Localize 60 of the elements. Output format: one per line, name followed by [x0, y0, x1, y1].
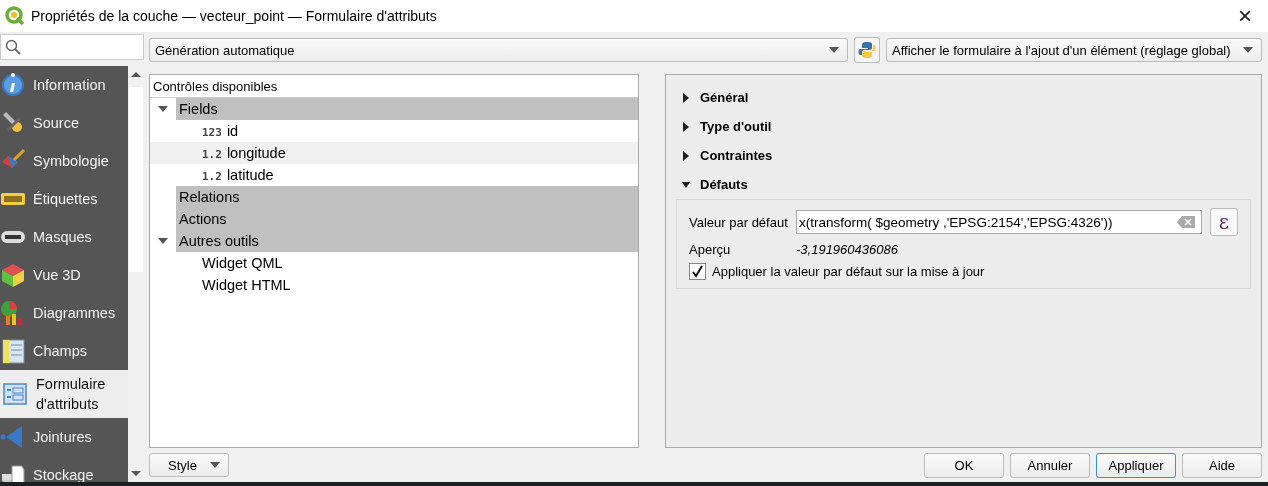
field-name: id: [226, 123, 239, 139]
form-behaviour-dropdown[interactable]: Afficher le formulaire à l'ajout d'un élément (réglage global): [886, 38, 1262, 62]
sidebar-icon: [0, 262, 26, 288]
app-logo-icon: [5, 6, 25, 26]
tree-group[interactable]: Fields: [176, 98, 638, 120]
field-type-label: 1.2: [202, 148, 222, 161]
window-title: Propriétés de la couche — vecteur_point — Formulaire d'attributs: [31, 8, 438, 24]
python-icon: [857, 40, 877, 60]
sidebar-icon: [0, 72, 26, 98]
field-label: Valeur par défaut: [689, 214, 789, 230]
tree-item[interactable]: Widget HTML: [176, 277, 291, 293]
sidebar-item[interactable]: Source: [0, 104, 128, 142]
search-icon: [5, 39, 21, 55]
tree-group[interactable]: Actions: [176, 208, 638, 230]
dialog-button[interactable]: Appliquer: [1096, 452, 1176, 478]
sidebar-icon: [0, 338, 26, 364]
section-header[interactable]: Type d'outil: [676, 112, 1251, 141]
field-name: latitude: [226, 167, 274, 183]
sidebar-item[interactable]: Étiquettes: [0, 180, 128, 218]
expression-field[interactable]: x(transform( $geometry ,'EPSG:2154','EPSG:4326')): [796, 210, 1202, 234]
expand-arrow-icon: [682, 121, 690, 132]
expand-arrow-icon: [682, 92, 690, 103]
dialog-button[interactable]: Aide: [1182, 452, 1262, 478]
search-field[interactable]: [0, 34, 144, 60]
sidebar-item[interactable]: Information: [0, 66, 128, 104]
sidebar-item[interactable]: Masques: [0, 218, 128, 256]
sidebar-item[interactable]: Vue 3D: [0, 256, 128, 294]
preview-label: Aperçu: [689, 242, 732, 257]
caret-icon: [1243, 47, 1253, 53]
tree-group[interactable]: Relations: [176, 186, 638, 208]
preview-value: -3,191960436086: [796, 242, 898, 257]
tree-group[interactable]: Autres outils: [176, 230, 638, 252]
expand-arrow-icon[interactable]: [158, 106, 168, 112]
collapse-arrow-icon: [682, 179, 690, 190]
section-header[interactable]: Défauts: [676, 170, 1251, 199]
sidebar-item[interactable]: Champs: [0, 332, 128, 370]
expand-arrow-icon[interactable]: [158, 238, 168, 244]
sidebar-item[interactable]: Diagrammes: [0, 294, 128, 332]
style-button[interactable]: Style: [149, 453, 229, 477]
section-header[interactable]: Contraintes: [676, 141, 1251, 170]
dialog-button[interactable]: Annuler: [1010, 452, 1090, 478]
caret-icon: [210, 462, 220, 468]
close-button[interactable]: ×: [1222, 0, 1268, 32]
sidebar-item[interactable]: Formulaire d'attributs: [0, 370, 128, 418]
field-type-label: 1.2: [202, 170, 222, 183]
caret-icon: [829, 47, 839, 53]
sidebar-item[interactable]: Symbologie: [0, 142, 128, 180]
section-header[interactable]: Général: [676, 83, 1251, 112]
tree-item[interactable]: Widget QML: [176, 255, 283, 271]
field-name: longitude: [226, 145, 286, 161]
layout-dropdown[interactable]: Génération automatique: [149, 38, 848, 62]
field-type-label: 123: [202, 126, 222, 139]
python-button[interactable]: [854, 37, 880, 63]
expression-button[interactable]: ε: [1210, 208, 1238, 236]
checkbox-label: Appliquer la valeur par défaut sur la mise à jour: [712, 264, 985, 279]
sidebar-item[interactable]: Jointures: [0, 418, 128, 456]
sidebar-icon: [2, 381, 28, 407]
checkbox[interactable]: [689, 263, 706, 280]
expand-arrow-icon: [682, 150, 690, 161]
dialog-button[interactable]: OK: [924, 452, 1004, 478]
